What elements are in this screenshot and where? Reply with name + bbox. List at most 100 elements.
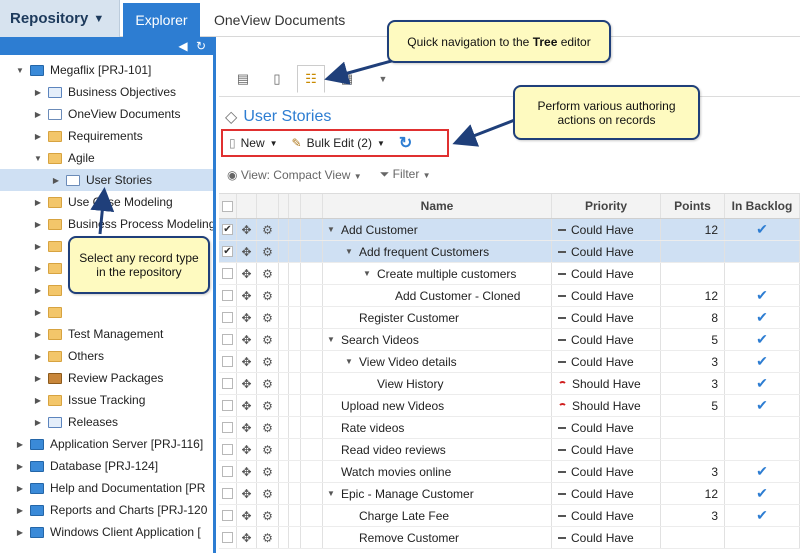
row-checkbox[interactable] <box>219 505 237 526</box>
collapse-arrow-icon[interactable]: ▶ <box>32 396 44 405</box>
move-handle-icon[interactable]: ✥ <box>237 373 257 394</box>
row-points-cell[interactable]: 5 <box>661 329 725 350</box>
gear-icon[interactable]: ⚙ <box>257 241 279 262</box>
tab-oneview-documents[interactable]: OneView Documents <box>214 3 345 37</box>
row-backlog-cell[interactable]: ✔ <box>725 351 800 372</box>
column-header-points[interactable]: Points <box>661 194 725 218</box>
row-checkbox[interactable] <box>219 263 237 284</box>
table-row[interactable]: ✔ ✥ ⚙ ▼ Add Customer Could Have 12 ✔ <box>219 219 800 241</box>
move-handle-icon[interactable]: ✥ <box>237 527 257 548</box>
collapse-arrow-icon[interactable]: ▶ <box>14 484 26 493</box>
row-points-cell[interactable]: 12 <box>661 285 725 306</box>
row-priority-cell[interactable]: Could Have <box>552 263 661 284</box>
gear-icon[interactable]: ⚙ <box>257 527 279 548</box>
tab-explorer[interactable]: Explorer <box>123 3 200 37</box>
row-priority-cell[interactable]: Should Have <box>552 373 661 394</box>
move-handle-icon[interactable]: ✥ <box>237 351 257 372</box>
column-header-in-backlog[interactable]: In Backlog <box>725 194 800 218</box>
checkbox[interactable] <box>222 466 233 477</box>
move-handle-icon[interactable]: ✥ <box>237 329 257 350</box>
row-name-cell[interactable]: Upload new Videos <box>323 395 552 416</box>
expand-arrow-icon[interactable]: ▼ <box>32 154 44 163</box>
tree-item[interactable]: ▶ Windows Client Application [ <box>0 521 213 543</box>
filter-button[interactable]: ⏷ Filter ▼ <box>380 167 431 182</box>
row-name-cell[interactable]: Rate videos <box>323 417 552 438</box>
row-name-cell[interactable]: ▼ View Video details <box>323 351 552 372</box>
tree-item[interactable]: ▶ OneView Documents <box>0 103 213 125</box>
row-priority-cell[interactable]: Could Have <box>552 285 661 306</box>
collapse-arrow-icon[interactable]: ▶ <box>32 374 44 383</box>
move-handle-icon[interactable]: ✥ <box>237 395 257 416</box>
row-points-cell[interactable] <box>661 241 725 262</box>
gear-icon[interactable]: ⚙ <box>257 329 279 350</box>
checkbox[interactable] <box>222 532 233 543</box>
row-name-cell[interactable]: Charge Late Fee <box>323 505 552 526</box>
table-row[interactable]: ✥ ⚙ Read video reviews Could Have <box>219 439 800 461</box>
collapse-arrow-icon[interactable]: ▶ <box>32 220 44 229</box>
tab-table-view[interactable]: ▦ <box>333 65 361 93</box>
row-name-cell[interactable]: Remove Customer <box>323 527 552 548</box>
move-handle-icon[interactable]: ✥ <box>237 219 257 240</box>
checkbox[interactable] <box>222 510 233 521</box>
row-backlog-cell[interactable]: ✔ <box>725 329 800 350</box>
refresh-button[interactable]: ↻ <box>399 133 412 153</box>
column-header-priority[interactable]: Priority <box>552 194 661 218</box>
row-name-cell[interactable]: ▼ Add Customer <box>323 219 552 240</box>
collapse-arrow-icon[interactable]: ▶ <box>14 506 26 515</box>
row-points-cell[interactable]: 12 <box>661 483 725 504</box>
checkbox[interactable]: ✔ <box>222 224 233 235</box>
row-priority-cell[interactable]: Could Have <box>552 461 661 482</box>
bulk-edit-button[interactable]: ✎ Bulk Edit (2) ▼ <box>292 136 385 150</box>
checkbox[interactable] <box>222 312 233 323</box>
table-row[interactable]: ✥ ⚙ ▼ Create multiple customers Could Have <box>219 263 800 285</box>
row-checkbox[interactable] <box>219 527 237 548</box>
table-row[interactable]: ✥ ⚙ ▼ View Video details Could Have 3 ✔ <box>219 351 800 373</box>
tree-item[interactable]: ▶ Database [PRJ-124] <box>0 455 213 477</box>
row-name-cell[interactable]: ▼ Add frequent Customers <box>323 241 552 262</box>
expand-arrow-icon[interactable]: ▼ <box>345 357 359 366</box>
tree-item[interactable]: ▶ Test Management <box>0 323 213 345</box>
refresh-tree-icon[interactable]: ↻ <box>194 39 208 53</box>
tree-item[interactable]: ▼ Agile <box>0 147 213 169</box>
row-priority-cell[interactable]: Could Have <box>552 527 661 548</box>
expand-arrow-icon[interactable]: ▼ <box>327 335 341 344</box>
row-backlog-cell[interactable]: ✔ <box>725 373 800 394</box>
row-points-cell[interactable] <box>661 527 725 548</box>
tree-item[interactable]: ▶ Help and Documentation [PR <box>0 477 213 499</box>
tree-item[interactable]: ▼ Megaflix [PRJ-101] <box>0 59 213 81</box>
row-priority-cell[interactable]: Could Have <box>552 439 661 460</box>
row-points-cell[interactable]: 3 <box>661 505 725 526</box>
gear-icon[interactable]: ⚙ <box>257 307 279 328</box>
row-backlog-cell[interactable] <box>725 439 800 460</box>
row-priority-cell[interactable]: Could Have <box>552 351 661 372</box>
tab-grid-view[interactable]: ▤ <box>229 65 257 93</box>
gear-icon[interactable]: ⚙ <box>257 417 279 438</box>
tree-item[interactable]: ▶ Business Objectives <box>0 81 213 103</box>
collapse-arrow-icon[interactable]: ▶ <box>14 462 26 471</box>
row-priority-cell[interactable]: Could Have <box>552 417 661 438</box>
row-priority-cell[interactable]: Could Have <box>552 329 661 350</box>
row-checkbox[interactable] <box>219 329 237 350</box>
move-handle-icon[interactable]: ✥ <box>237 417 257 438</box>
row-backlog-cell[interactable]: ✔ <box>725 395 800 416</box>
row-name-cell[interactable]: ▼ Create multiple customers <box>323 263 552 284</box>
row-name-cell[interactable]: Watch movies online <box>323 461 552 482</box>
gear-icon[interactable]: ⚙ <box>257 439 279 460</box>
table-row[interactable]: ✥ ⚙ ▼ Epic - Manage Customer Could Have 12 ✔ <box>219 483 800 505</box>
gear-icon[interactable]: ⚙ <box>257 285 279 306</box>
repository-menu-button[interactable]: Repository ▼ <box>0 0 120 37</box>
tree-item[interactable]: ▶ User Stories <box>0 169 213 191</box>
collapse-arrow-icon[interactable]: ▶ <box>32 330 44 339</box>
collapse-arrow-icon[interactable]: ▶ <box>32 132 44 141</box>
row-backlog-cell[interactable] <box>725 263 800 284</box>
table-row[interactable]: ✥ ⚙ Upload new Videos Should Have 5 ✔ <box>219 395 800 417</box>
tab-document-view[interactable]: ▯ <box>263 65 291 93</box>
collapse-arrow-icon[interactable]: ▶ <box>32 198 44 207</box>
row-points-cell[interactable] <box>661 417 725 438</box>
expand-arrow-icon[interactable]: ▼ <box>327 489 341 498</box>
tab-tree-view[interactable]: ☷ <box>297 65 325 93</box>
expand-arrow-icon[interactable]: ▼ <box>327 225 341 234</box>
move-handle-icon[interactable]: ✥ <box>237 483 257 504</box>
row-checkbox[interactable]: ✔ <box>219 219 237 240</box>
tree-item[interactable]: ▶ Review Packages <box>0 367 213 389</box>
